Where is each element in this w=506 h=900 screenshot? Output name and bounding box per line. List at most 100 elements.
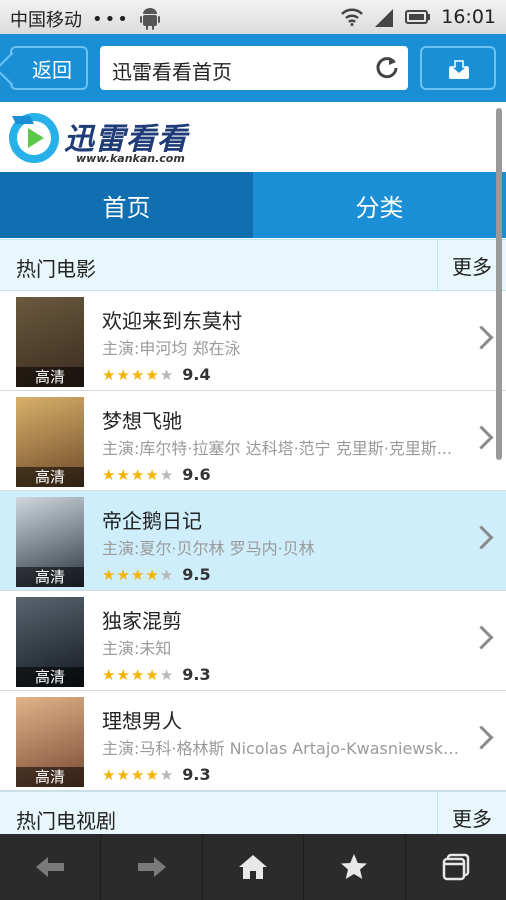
more-label: 更多 [452, 254, 492, 279]
movie-title: 理想男人 [102, 709, 182, 733]
refresh-icon[interactable] [374, 54, 400, 80]
rating: ★ ★ ★ ★ ★ 9.4 [102, 365, 211, 384]
section-title: 热门电影 [16, 257, 96, 281]
rating-star-icon: ★ [116, 665, 130, 684]
movie-poster: 高清 [16, 697, 84, 787]
rating-star-icon: ★ [102, 565, 116, 584]
movie-list-item[interactable]: 高清 独家混剪 主演:未知 ★ ★ ★ ★ ★ 9.3 [0, 591, 506, 691]
logo-banner: 迅雷看看 www.kankan.com [0, 102, 506, 172]
windows-icon [442, 853, 470, 881]
address-bar[interactable]: 迅雷看看首页 [100, 46, 408, 90]
android-icon [139, 8, 160, 30]
nav-home-button[interactable] [203, 834, 305, 900]
movie-title: 独家混剪 [102, 609, 182, 633]
nav-bookmark-button[interactable] [304, 834, 406, 900]
more-notifications-icon: ••• [92, 8, 130, 30]
clock: 16:01 [441, 6, 496, 28]
chevron-right-icon [469, 425, 494, 450]
rating-score: 9.5 [182, 565, 211, 584]
rating-star-icon: ★ [130, 665, 145, 684]
rating-star-icon: ★ [130, 765, 145, 784]
more-label: 更多 [452, 806, 492, 831]
scrollbar[interactable] [496, 108, 502, 460]
movie-poster: 高清 [16, 497, 84, 587]
movie-title: 欢迎来到东莫村 [102, 309, 242, 333]
download-button[interactable] [420, 46, 496, 90]
rating-star-icon: ★ [145, 565, 159, 584]
nav-back-button[interactable] [0, 834, 102, 900]
movie-cast: 主演:未知 [102, 639, 172, 658]
rating: ★ ★ ★ ★ ★ 9.3 [102, 765, 211, 784]
hd-badge: 高清 [16, 567, 84, 587]
rating-star-icon: ★ [116, 765, 130, 784]
rating: ★ ★ ★ ★ ★ 9.5 [102, 565, 211, 584]
home-icon [239, 855, 268, 879]
rating-score: 9.3 [182, 765, 211, 784]
movie-title: 帝企鹅日记 [102, 509, 202, 533]
rating-star-icon: ★ [130, 365, 145, 384]
movie-list-item[interactable]: 高清 欢迎来到东莫村 主演:申河均 郑在泳 ★ ★ ★ ★ ★ 9.4 [0, 291, 506, 391]
browser-toolbar: 返回 迅雷看看首页 [0, 34, 506, 102]
movie-cast: 主演:夏尔·贝尔林 罗马内·贝林 [102, 539, 315, 558]
rating-star-icon: ★ [102, 665, 116, 684]
chevron-right-icon [469, 525, 494, 550]
rating: ★ ★ ★ ★ ★ 9.6 [102, 465, 211, 484]
movie-poster: 高清 [16, 397, 84, 487]
movie-poster: 高清 [16, 297, 84, 387]
logo-url: www.kankan.com [76, 152, 185, 165]
rating-star-icon: ★ [145, 465, 159, 484]
back-button[interactable]: 返回 [10, 46, 88, 90]
page-title: 迅雷看看首页 [112, 60, 232, 84]
movie-cast: 主演:库尔特·拉塞尔 达科塔·范宁 克里斯·克里斯... [102, 439, 453, 458]
rating-star-icon: ★ [159, 465, 174, 484]
nav-windows-button[interactable] [406, 834, 506, 900]
star-icon [341, 854, 368, 879]
kankan-logo-mark-icon [9, 113, 59, 163]
rating-star-icon: ★ [130, 465, 145, 484]
rating-star-icon: ★ [130, 565, 145, 584]
tab-home[interactable]: 首页 [0, 172, 253, 238]
movie-list-item[interactable]: 高清 帝企鹅日记 主演:夏尔·贝尔林 罗马内·贝林 ★ ★ ★ ★ ★ 9.5 [0, 491, 506, 591]
movie-list-item[interactable]: 高清 梦想飞驰主演:库尔特·拉塞尔 达科塔·范宁 克里斯·克里斯... ★ ★ ★ ★ ★ 9… [0, 391, 506, 491]
rating-star-icon: ★ [102, 365, 116, 384]
status-bar: 中国移动 ••• 16:01 [0, 0, 506, 34]
nav-tabs: 首页 分类 [0, 172, 506, 238]
rating-star-icon: ★ [159, 565, 174, 584]
wifi-icon [341, 8, 364, 26]
rating-star-icon: ★ [102, 465, 116, 484]
tab-category-label: 分类 [355, 193, 404, 222]
rating-star-icon: ★ [145, 365, 159, 384]
kankan-logo[interactable]: 迅雷看看 www.kankan.com [6, 108, 216, 168]
hd-badge: 高清 [16, 767, 84, 787]
rating-star-icon: ★ [145, 665, 159, 684]
hd-badge: 高清 [16, 367, 84, 387]
rating: ★ ★ ★ ★ ★ 9.3 [102, 665, 211, 684]
hd-badge: 高清 [16, 667, 84, 687]
rating-star-icon: ★ [102, 765, 116, 784]
tab-category[interactable]: 分类 [253, 172, 506, 238]
movie-cast: 主演:申河均 郑在泳 [102, 339, 241, 358]
section-title: 热门电视剧 [16, 809, 116, 833]
tab-home-label: 首页 [102, 193, 151, 222]
movie-list-item[interactable]: 高清 理想男人主演:马科·格林斯 Nicolas Artajo-Kwasniews… [0, 691, 506, 791]
rating-score: 9.4 [182, 365, 211, 384]
signal-icon [375, 9, 394, 27]
browser-bottom-bar [0, 834, 506, 900]
rating-star-icon: ★ [159, 765, 174, 784]
rating-star-icon: ★ [116, 365, 130, 384]
rating-star-icon: ★ [145, 765, 159, 784]
rating-star-icon: ★ [159, 365, 174, 384]
download-tray-icon [449, 60, 469, 79]
rating-star-icon: ★ [116, 565, 130, 584]
chevron-right-icon [469, 725, 494, 750]
movie-poster: 高清 [16, 597, 84, 687]
movie-title: 梦想飞驰 [102, 409, 182, 433]
nav-forward-button[interactable] [101, 834, 203, 900]
back-arrow-icon [36, 857, 65, 877]
battery-icon [405, 10, 431, 24]
chevron-right-icon [469, 625, 494, 650]
rating-score: 9.3 [182, 665, 211, 684]
movie-cast: 主演:马科·格林斯 Nicolas Artajo-Kwasniewski A..… [102, 739, 462, 758]
carrier-label: 中国移动 [10, 10, 82, 31]
chevron-right-icon [469, 325, 494, 350]
